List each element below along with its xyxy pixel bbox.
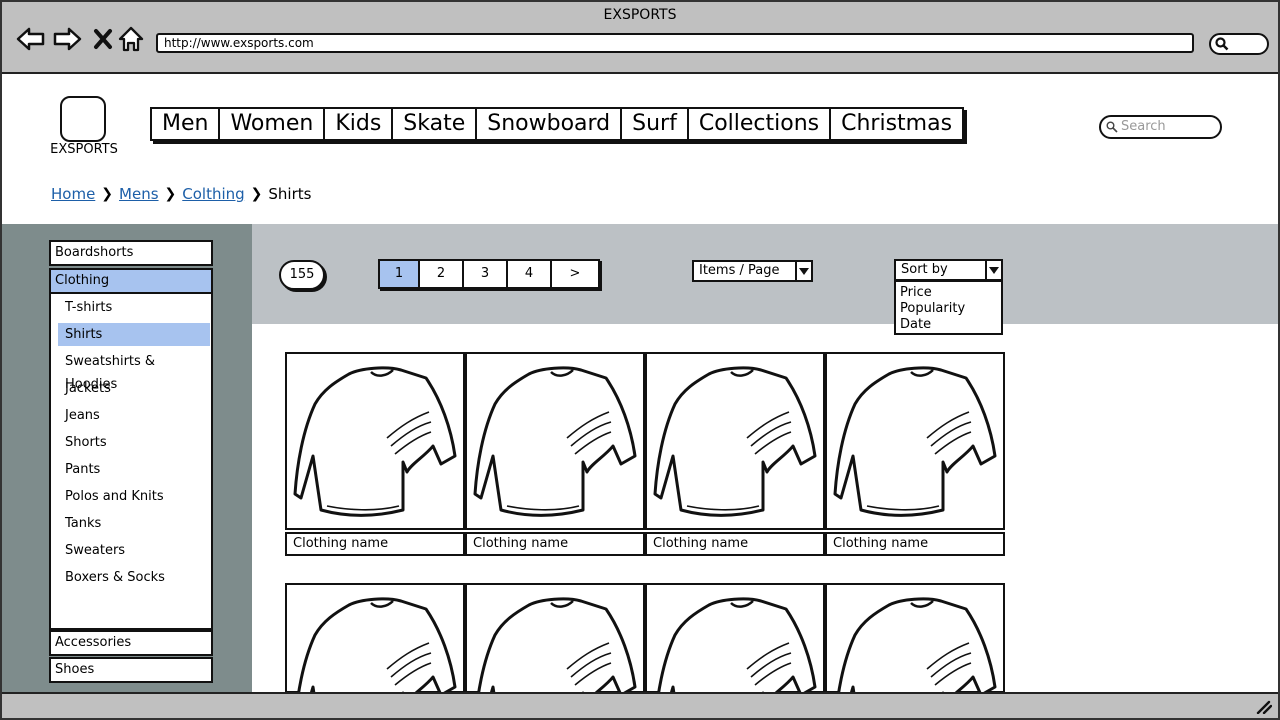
window-title: EXSPORTS (603, 7, 677, 23)
subcategory-shorts[interactable]: Shorts (58, 431, 210, 454)
main-nav: Men Women Kids Skate Snowboard Surf Coll… (150, 107, 965, 141)
sort-option-popularity[interactable]: Popularity (900, 301, 997, 317)
items-per-page-select[interactable]: Items / Page (692, 260, 813, 282)
browser-chrome: EXSPORTS http://www.exsports.com (2, 2, 1278, 74)
product-name[interactable]: Clothing name (645, 532, 825, 556)
subcategory-sweatshirts-hoodies[interactable]: Sweatshirts & Hoodies (58, 350, 210, 392)
sidebar-category-accessories[interactable]: Accessories (49, 630, 213, 656)
breadcrumb-link-mens[interactable]: Mens (119, 185, 159, 203)
chevron-right-icon: ❯ (250, 186, 263, 202)
back-button[interactable] (16, 24, 46, 54)
page-2-button[interactable]: 2 (420, 261, 464, 287)
subcategory-jackets[interactable]: Jackets (58, 377, 210, 400)
forward-button[interactable] (52, 24, 82, 54)
product-name[interactable]: Clothing name (825, 532, 1005, 556)
shirt-image-icon (833, 366, 997, 517)
logo[interactable] (60, 96, 106, 142)
product-image[interactable] (465, 352, 645, 530)
search-placeholder: Search (1121, 119, 1166, 134)
nav-item-christmas[interactable]: Christmas (831, 109, 962, 139)
product-image[interactable] (285, 352, 465, 530)
sidebar-category-boardshorts[interactable]: Boardshorts (49, 240, 213, 266)
product-name[interactable]: Clothing name (465, 532, 645, 556)
subcategory-tanks[interactable]: Tanks (58, 512, 210, 535)
nav-item-men[interactable]: Men (152, 109, 221, 139)
nav-item-collections[interactable]: Collections (689, 109, 832, 139)
subcategory-shirts[interactable]: Shirts (58, 323, 210, 346)
forward-arrow-icon (53, 27, 82, 51)
subcategory-polos-knits[interactable]: Polos and Knits (58, 485, 210, 508)
sidebar-category-clothing[interactable]: Clothing (49, 268, 213, 294)
nav-item-skate[interactable]: Skate (393, 109, 478, 139)
dropdown-arrow-icon (795, 262, 811, 280)
browser-search-field[interactable] (1209, 33, 1269, 55)
home-button[interactable] (116, 24, 146, 54)
search-icon (1106, 121, 1118, 133)
shirt-image-icon (653, 366, 817, 517)
browser-window: EXSPORTS http://www.exsports.com EXSPORT… (0, 0, 1280, 720)
subcategory-boxers-socks[interactable]: Boxers & Socks (58, 566, 210, 589)
nav-item-surf[interactable]: Surf (622, 109, 689, 139)
stop-button[interactable] (88, 24, 118, 54)
search-input[interactable]: Search (1099, 115, 1222, 139)
status-bar (2, 692, 1278, 718)
sidebar-category-shoes[interactable]: Shoes (49, 657, 213, 683)
product-image[interactable] (645, 583, 825, 718)
page-4-button[interactable]: 4 (508, 261, 552, 287)
product-name[interactable]: Clothing name (285, 532, 465, 556)
logo-text: EXSPORTS (50, 142, 118, 157)
pagination: 1 2 3 4 > (378, 259, 600, 289)
back-arrow-icon (16, 27, 45, 51)
close-icon (94, 29, 112, 49)
page-1-button[interactable]: 1 (380, 261, 420, 287)
nav-item-women[interactable]: Women (220, 109, 326, 139)
product-image[interactable] (825, 583, 1005, 718)
items-per-page-label: Items / Page (699, 263, 780, 278)
home-icon (118, 26, 144, 52)
dropdown-arrow-icon (985, 261, 1001, 279)
nav-item-snowboard[interactable]: Snowboard (477, 109, 623, 139)
breadcrumb-link-home[interactable]: Home (51, 185, 95, 203)
breadcrumb-link-clothing[interactable]: Colthing (182, 185, 244, 203)
shirt-image-icon (473, 366, 637, 517)
subcategory-sweaters[interactable]: Sweaters (58, 539, 210, 562)
product-image[interactable] (645, 352, 825, 530)
breadcrumb: Home ❯ Mens ❯ Colthing ❯ Shirts (51, 185, 311, 203)
product-image[interactable] (285, 583, 465, 718)
sort-by-select[interactable]: Sort by (894, 259, 1003, 281)
breadcrumb-current: Shirts (268, 185, 312, 203)
subcategory-tshirts[interactable]: T-shirts (58, 296, 210, 319)
shirt-image-icon (293, 366, 457, 517)
sort-by-label: Sort by (901, 262, 948, 277)
sort-option-date[interactable]: Date (900, 317, 997, 333)
next-page-button[interactable]: > (552, 261, 598, 287)
search-icon (1215, 37, 1229, 51)
subcategory-pants[interactable]: Pants (58, 458, 210, 481)
subcategory-jeans[interactable]: Jeans (58, 404, 210, 427)
result-count-badge: 155 (279, 260, 325, 290)
product-image[interactable] (825, 352, 1005, 530)
sort-options-list: Price Popularity Date (894, 280, 1003, 335)
url-field[interactable]: http://www.exsports.com (156, 33, 1194, 53)
chevron-right-icon: ❯ (101, 186, 114, 202)
chevron-right-icon: ❯ (164, 186, 177, 202)
resize-grip-icon (1256, 700, 1272, 714)
sort-option-price[interactable]: Price (900, 285, 997, 301)
page-3-button[interactable]: 3 (464, 261, 508, 287)
product-image[interactable] (465, 583, 645, 718)
nav-item-kids[interactable]: Kids (325, 109, 394, 139)
